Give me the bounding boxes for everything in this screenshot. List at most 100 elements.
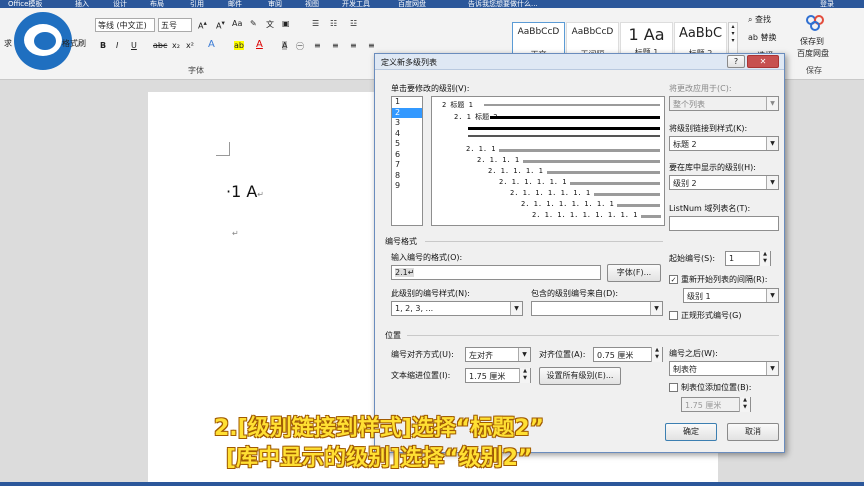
preview-row-line [593,193,660,196]
cancel-button[interactable]: 取消 [727,423,779,441]
level-item[interactable]: 2 [392,107,422,118]
search-icon: ⌕ [748,15,753,24]
preview-level-1: 2 标题 1 [442,101,473,109]
grow-font-icon[interactable]: A▴ [198,19,207,31]
close-button[interactable]: ✕ [747,55,779,68]
numbering-icon[interactable]: ☷ [330,19,337,28]
level-item[interactable]: 4 [392,129,422,140]
level-item[interactable]: 9 [392,181,422,192]
legal-label: 正规形式编号(G) [681,311,742,320]
align-value: 左对齐 [469,351,493,360]
define-multilevel-list-dialog: 定义新多级列表 ? ✕ 单击要修改的级别(V): 123456789 2 标题 … [374,53,785,453]
text-effects-icon[interactable]: A [208,39,215,50]
style-heading-2-preview: AaBbC [678,26,723,41]
preview-row-line [570,182,660,185]
listnum-input[interactable] [669,216,779,231]
restart-label: 重新开始列表的间隔(R): [681,275,768,284]
shrink-font-icon[interactable]: A▾ [216,19,225,31]
level-label: 单击要修改的级别(V): [391,84,470,93]
bullets-icon[interactable]: ☰ [312,19,319,28]
help-button[interactable]: ? [727,55,745,68]
margin-corner-mark [216,142,230,156]
position-section: 位置 [385,331,401,340]
follow-select[interactable]: 制表符 ▼ [669,361,779,376]
set-all-levels-button[interactable]: 设置所有级别(E)... [539,367,621,385]
justify-icon[interactable]: ≡ [368,41,375,50]
restart-checkbox[interactable]: ✓ [669,275,678,284]
align-left-icon[interactable]: ≡ [314,41,321,50]
apply-to-label: 将更改应用于(C): [669,84,732,93]
document-heading[interactable]: ·1 A↵ [226,182,264,201]
caption-line-1: 2.[级别链接到样式]选择“标题2” [214,416,545,441]
restart-level-value: 级别 1 [687,292,711,301]
preview-line-1 [484,104,660,106]
preview-row-line [499,149,660,152]
char-shading-icon[interactable]: A [282,41,288,50]
subscript-icon[interactable]: x₂ [172,41,180,50]
start-at-value: 1 [729,254,735,263]
italic-icon[interactable]: I [116,41,118,50]
style-heading-1-preview: 1 Aa [628,25,665,44]
align-right-icon[interactable]: ≡ [350,41,357,50]
font-color-icon[interactable]: A [256,39,263,50]
font-button[interactable]: 字体(F)... [607,264,661,282]
change-case-icon[interactable]: Aa [232,19,242,28]
level-items: 123456789 [392,97,422,192]
tab-add-checkbox[interactable] [669,383,678,392]
clear-format-icon[interactable]: ✎ [250,19,257,28]
align-label: 编号对齐方式(U): [391,350,454,359]
level-item[interactable]: 8 [392,171,422,182]
follow-value: 制表符 [673,365,697,374]
level-item[interactable]: 3 [392,118,422,129]
level-item[interactable]: 6 [392,150,422,161]
level-item[interactable]: 1 [392,97,422,108]
follow-label: 编号之后(W): [669,349,718,358]
font-size-select[interactable]: 五号 [158,18,192,32]
preview-line-2 [490,116,660,119]
level-item[interactable]: 7 [392,160,422,171]
format-input-label: 输入编号的格式(O): [391,253,463,262]
chevron-down-icon: ▼ [518,348,530,361]
superscript-icon[interactable]: x² [186,41,194,50]
baidu-label: 百度网盘 [797,49,829,58]
save-to-label: 保存到 [800,37,824,46]
indent-value: 1.75 厘米 [469,372,506,381]
highlight-icon[interactable]: ab [234,41,244,50]
char-border-icon[interactable]: ▣ [282,19,290,28]
number-format-section: 编号格式 [385,237,417,246]
multilevel-list-icon[interactable]: ☳ [350,19,357,28]
chevron-down-icon: ▼ [766,362,778,375]
underline-icon[interactable]: U [131,41,137,50]
center-icon[interactable]: ≡ [332,41,339,50]
number-style-select[interactable]: 1, 2, 3, ... ▼ [391,301,523,316]
bold-icon[interactable]: B [100,41,106,50]
level-item[interactable]: 5 [392,139,422,150]
gallery-level-select[interactable]: 级别 2 ▼ [669,175,779,190]
listnum-label: ListNum 域列表名(T): [669,204,751,213]
align-at-label: 对齐位置(A): [539,350,586,359]
legal-checkbox[interactable] [669,311,678,320]
include-from-select[interactable]: ▼ [531,301,663,316]
restart-level-select[interactable]: 级别 1 ▼ [683,288,779,303]
format-painter-button[interactable]: 格式刷 [62,38,86,49]
find-button[interactable]: ⌕ 查找 [748,14,771,25]
ok-button[interactable]: 确定 [665,423,717,441]
level-list[interactable]: 123456789 [391,96,423,226]
baidu-cloud-icon[interactable] [805,14,825,32]
start-at-spinner[interactable]: ▲ ▼ [759,251,770,266]
indent-spinner[interactable]: ▲ ▼ [519,368,530,383]
link-style-select[interactable]: 标题 2 ▼ [669,136,779,151]
replace-button[interactable]: ab 替换 [748,32,777,43]
strikethrough-icon[interactable]: abc [153,41,167,50]
chevron-down-icon: ▼ [766,97,778,110]
gallery-level-label: 要在库中显示的级别(H): [669,163,756,172]
align-select[interactable]: 左对齐 ▼ [465,347,531,362]
format-input[interactable]: 2.1↵ [391,265,601,280]
preview-row-label: 2. 1. 1. 1 [477,156,520,164]
phonetic-icon[interactable]: 文 [266,19,274,30]
enclose-char-icon[interactable]: ㊀ [296,41,304,52]
align-at-spinner[interactable]: ▲ ▼ [651,347,662,362]
start-at-label: 起始编号(S): [669,254,716,263]
number-style-label: 此级别的编号样式(N): [391,289,470,298]
font-name-select[interactable]: 等线 (中文正) [95,18,155,32]
